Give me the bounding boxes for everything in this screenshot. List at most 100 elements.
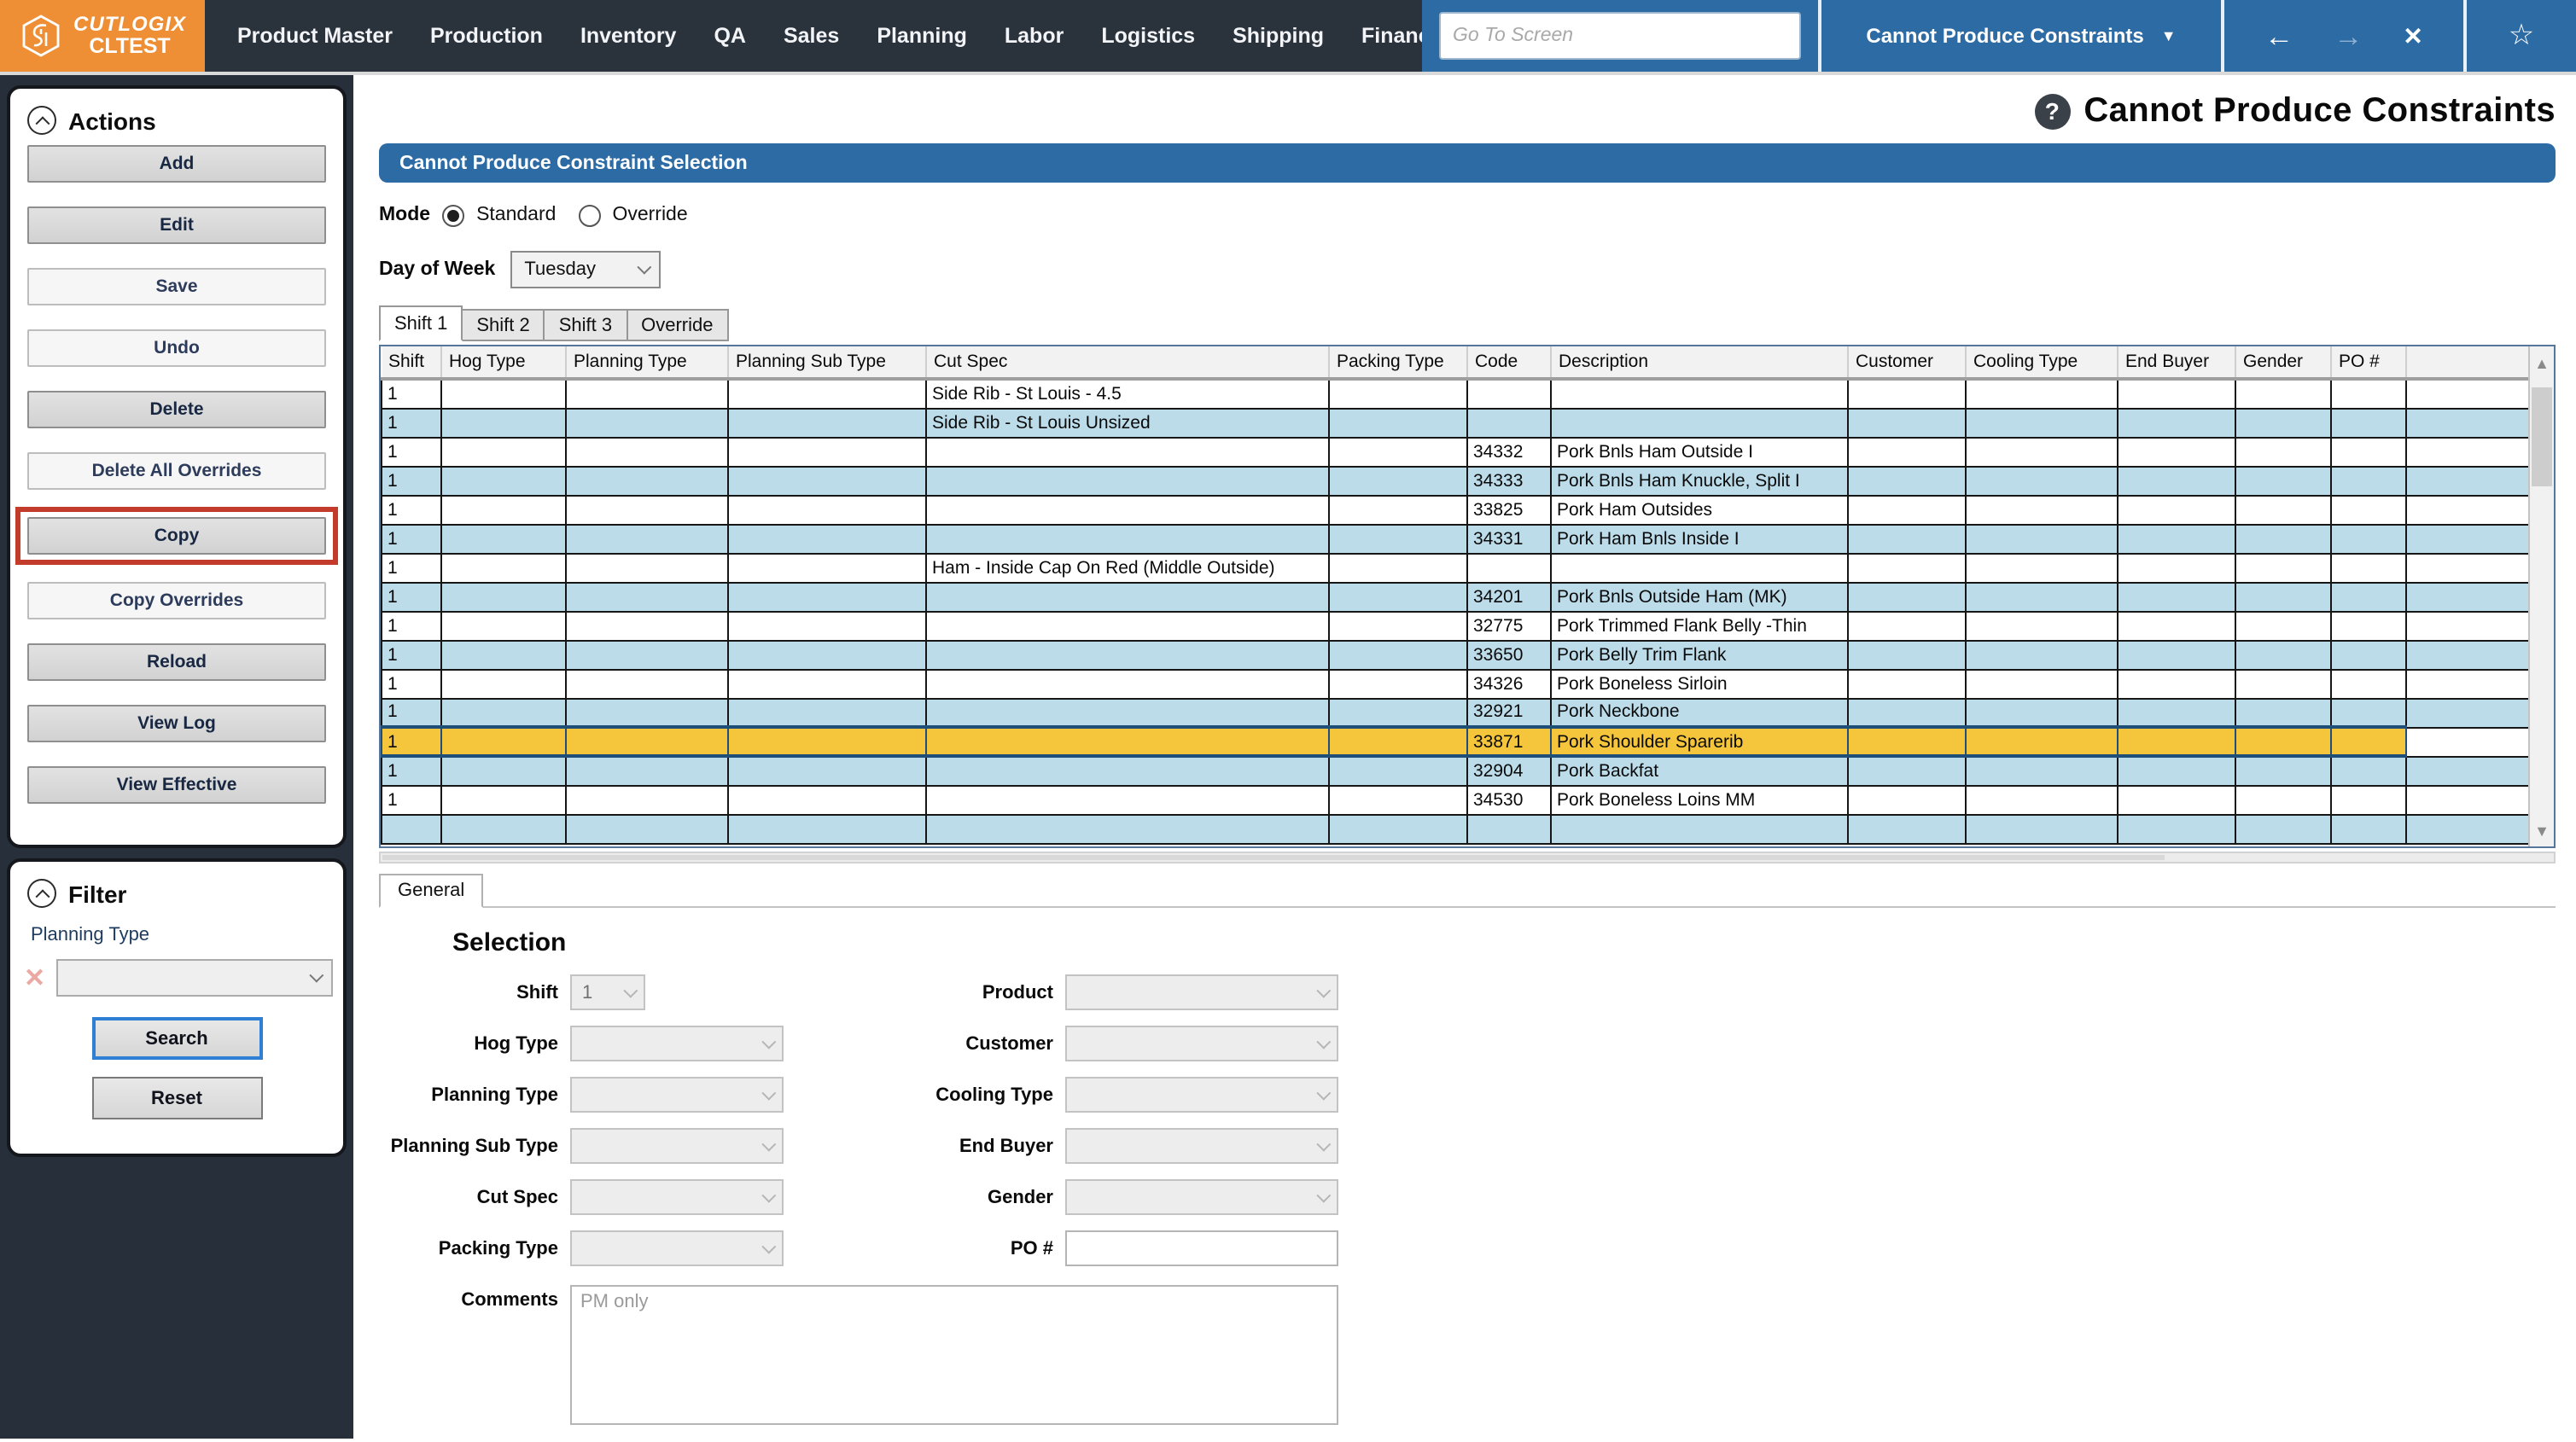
cell-packing_type[interactable] — [1328, 581, 1468, 612]
table-row[interactable]: 1 Side Rib - St Louis - 4.5 — [381, 378, 2529, 409]
cell-shift[interactable]: 1 — [381, 378, 442, 409]
cell-packing_type[interactable] — [1328, 610, 1468, 641]
cell-end_buyer[interactable] — [2117, 523, 2236, 554]
cell-description[interactable]: Pork Neckbone — [1550, 697, 1849, 728]
cell-shift[interactable]: 1 — [381, 784, 442, 815]
cell-po[interactable] — [2330, 407, 2407, 438]
cell-hog_type[interactable] — [440, 697, 567, 728]
cell-shift[interactable]: 1 — [381, 436, 442, 467]
cell-hog_type[interactable] — [440, 581, 567, 612]
nav-forward-icon[interactable]: → — [2334, 21, 2363, 50]
hscrollbar-thumb[interactable] — [382, 855, 2165, 860]
table-row[interactable]: 1 34332 Pork Bnls Ham Outside I — [381, 436, 2529, 467]
mode-override-radio[interactable] — [578, 204, 601, 226]
edit-button[interactable]: Edit — [27, 206, 326, 244]
view-effective-button[interactable]: View Effective — [27, 766, 326, 804]
cell-cut_spec[interactable] — [925, 725, 1330, 758]
cell-shift[interactable]: 1 — [381, 610, 442, 641]
cell-planning_sub_type[interactable] — [727, 465, 927, 496]
cell-planning_type[interactable] — [565, 610, 729, 641]
product-dropdown[interactable] — [1065, 974, 1338, 1010]
reset-button[interactable]: Reset — [91, 1077, 262, 1119]
cell-cooling_type[interactable] — [1965, 755, 2118, 786]
cell-cut_spec[interactable] — [925, 755, 1330, 786]
cell-customer[interactable] — [1847, 725, 1967, 758]
cell-cooling_type[interactable] — [1965, 610, 2118, 641]
table-row[interactable]: 1 32904 Pork Backfat — [381, 755, 2529, 786]
cell-packing_type[interactable] — [1328, 378, 1468, 409]
cell-cooling_type[interactable] — [1965, 697, 2118, 728]
cell-code[interactable]: 34326 — [1466, 668, 1552, 699]
clear-filter-icon[interactable]: ✕ — [24, 962, 51, 993]
cell-packing_type[interactable] — [1328, 639, 1468, 670]
cell-gender[interactable] — [2235, 784, 2332, 815]
cell-code[interactable]: 34333 — [1466, 465, 1552, 496]
cell-description[interactable]: Pork Boneless Loins MM — [1550, 784, 1849, 815]
cell-planning_type[interactable] — [565, 523, 729, 554]
cell-cut_spec[interactable] — [925, 523, 1330, 554]
undo-button[interactable]: Undo — [27, 329, 326, 367]
cell-description[interactable]: Pork Boneless Sirloin — [1550, 668, 1849, 699]
cell-hog_type[interactable] — [440, 465, 567, 496]
day-of-week-select[interactable]: Tuesday — [510, 251, 661, 288]
cell-planning_sub_type[interactable] — [727, 581, 927, 612]
cell-planning_type[interactable] — [565, 755, 729, 786]
cut-spec-dropdown[interactable] — [570, 1179, 784, 1215]
cell-packing_type[interactable] — [1328, 784, 1468, 815]
customer-dropdown[interactable] — [1065, 1026, 1338, 1061]
tab-general[interactable]: General — [379, 874, 484, 908]
cell-packing_type[interactable] — [1328, 407, 1468, 438]
cell-planning_sub_type[interactable] — [727, 610, 927, 641]
cell-description[interactable]: Pork Bnls Ham Knuckle, Split I — [1550, 465, 1849, 496]
cell-code[interactable]: 34331 — [1466, 523, 1552, 554]
table-row[interactable]: 1 34331 Pork Ham Bnls Inside I — [381, 523, 2529, 554]
cell-planning_sub_type[interactable] — [727, 523, 927, 554]
scroll-up-icon[interactable]: ▲ — [2530, 350, 2554, 375]
hog-type-dropdown[interactable] — [570, 1026, 784, 1061]
cell-cooling_type[interactable] — [1965, 725, 2118, 758]
nav-back-icon[interactable]: ← — [2264, 21, 2293, 50]
cell-cut_spec[interactable] — [925, 697, 1330, 728]
scroll-down-icon[interactable]: ▼ — [2530, 817, 2554, 843]
cell-hog_type[interactable] — [440, 436, 567, 467]
cell-packing_type[interactable] — [1328, 668, 1468, 699]
table-row[interactable]: 1 33650 Pork Belly Trim Flank — [381, 639, 2529, 670]
view-log-button[interactable]: View Log — [27, 705, 326, 742]
close-screen-icon[interactable]: ✕ — [2403, 24, 2422, 48]
cell-gender[interactable] — [2235, 581, 2332, 612]
cell-cooling_type[interactable] — [1965, 407, 2118, 438]
actions-collapse-icon[interactable] — [27, 106, 56, 135]
cell-code[interactable] — [1466, 378, 1552, 409]
cell-hog_type[interactable] — [440, 610, 567, 641]
filter-collapse-icon[interactable] — [27, 879, 56, 908]
nav-menu-planning[interactable]: Planning — [858, 24, 986, 48]
cell-end_buyer[interactable] — [2117, 610, 2236, 641]
cell-code[interactable]: 33650 — [1466, 639, 1552, 670]
reload-button[interactable]: Reload — [27, 643, 326, 681]
cell-cooling_type[interactable] — [1965, 494, 2118, 525]
cell-cooling_type[interactable] — [1965, 784, 2118, 815]
cell-shift[interactable]: 1 — [381, 465, 442, 496]
cell-description[interactable]: Pork Backfat — [1550, 755, 1849, 786]
cell-end_buyer[interactable] — [2117, 755, 2236, 786]
tab-override[interactable]: Override — [627, 309, 729, 341]
cell-gender[interactable] — [2235, 639, 2332, 670]
cell-po[interactable] — [2330, 784, 2407, 815]
cell-code[interactable] — [1466, 552, 1552, 583]
cell-planning_type[interactable] — [565, 725, 729, 758]
planning-type-filter-dropdown[interactable] — [56, 959, 333, 997]
cell-customer[interactable] — [1847, 610, 1967, 641]
cell-hog_type[interactable] — [440, 407, 567, 438]
cell-end_buyer[interactable] — [2117, 784, 2236, 815]
cell-planning_type[interactable] — [565, 407, 729, 438]
cell-description[interactable]: Pork Ham Bnls Inside I — [1550, 523, 1849, 554]
cell-customer[interactable] — [1847, 668, 1967, 699]
cell-description[interactable]: Pork Bnls Outside Ham (MK) — [1550, 581, 1849, 612]
cell-planning_sub_type[interactable] — [727, 494, 927, 525]
cell-planning_type[interactable] — [565, 697, 729, 728]
cell-cooling_type[interactable] — [1965, 581, 2118, 612]
cell-packing_type[interactable] — [1328, 436, 1468, 467]
cell-packing_type[interactable] — [1328, 465, 1468, 496]
tab-shift-3[interactable]: Shift 3 — [545, 309, 628, 341]
table-row[interactable]: 1 32921 Pork Neckbone — [381, 697, 2529, 728]
